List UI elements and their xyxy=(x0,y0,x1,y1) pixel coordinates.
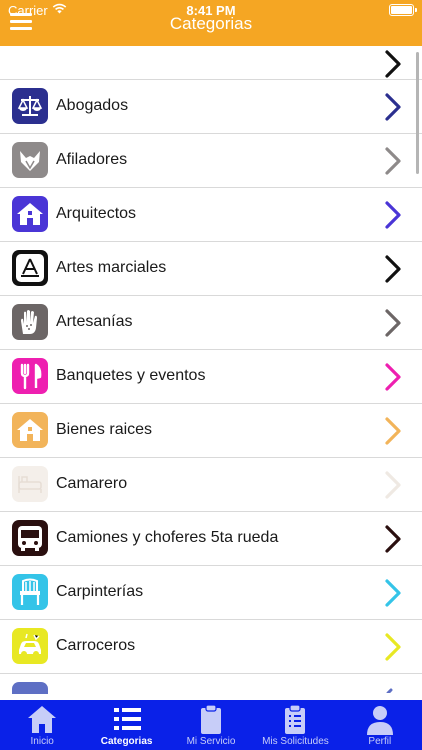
category-icon xyxy=(12,682,48,694)
list-item[interactable]: Abogados xyxy=(0,80,422,134)
category-label: Banquetes y eventos xyxy=(56,367,206,384)
house-icon xyxy=(12,412,48,448)
category-list[interactable]: Abogados Afiladores Arquitectos Artes ma… xyxy=(0,46,422,700)
checklist-clipboard-icon xyxy=(285,704,306,734)
list-item[interactable]: Arquitectos xyxy=(0,188,422,242)
app-store-a-icon xyxy=(12,250,48,286)
tab-inicio[interactable]: Inicio xyxy=(0,700,84,750)
tab-label: Mis Solicitudes xyxy=(262,736,329,747)
list-item[interactable] xyxy=(0,674,422,694)
category-label: Carpinterías xyxy=(56,583,144,600)
clipboard-icon xyxy=(201,704,222,734)
scrollbar[interactable] xyxy=(416,52,419,174)
tab-label: Categorias xyxy=(100,736,153,747)
tab-label: Perfil xyxy=(368,736,392,747)
list-item[interactable]: Camarero xyxy=(0,458,422,512)
house-icon xyxy=(12,196,48,232)
list-item[interactable]: Carpinterías xyxy=(0,566,422,620)
fox-icon xyxy=(12,142,48,178)
category-label: Bienes raices xyxy=(56,421,153,438)
list-icon xyxy=(113,708,141,730)
tab-perfil[interactable]: Perfil xyxy=(338,700,422,750)
category-label: Abogados xyxy=(56,97,129,114)
list-item[interactable]: Camiones y choferes 5ta rueda xyxy=(0,512,422,566)
car-icon xyxy=(12,628,48,664)
list-item[interactable]: Afiladores xyxy=(0,134,422,188)
chevron-right-icon xyxy=(385,417,401,445)
category-label: Afiladores xyxy=(56,151,128,168)
chevron-right-icon xyxy=(385,309,401,337)
chevron-right-icon xyxy=(385,255,401,283)
chevron-right-icon xyxy=(385,579,401,607)
category-label: Camarero xyxy=(56,475,128,492)
top-bar: Carrier 8:41 PM Categorias xyxy=(0,0,422,46)
chevron-right-icon xyxy=(386,688,393,693)
chevron-right-icon xyxy=(385,633,401,661)
home-icon xyxy=(28,706,57,733)
category-label: Arquitectos xyxy=(56,205,137,222)
chevron-right-icon xyxy=(385,201,401,229)
chevron-right-icon xyxy=(385,147,401,175)
chevron-right-icon xyxy=(385,525,401,553)
scales-icon xyxy=(12,88,48,124)
hand-icon xyxy=(12,304,48,340)
category-label: Camiones y choferes 5ta rueda xyxy=(56,529,279,546)
tab-mis-solicitudes[interactable]: Mis Solicitudes xyxy=(253,700,337,750)
list-item[interactable] xyxy=(0,46,422,80)
list-item[interactable]: Bienes raices xyxy=(0,404,422,458)
category-label: Artesanías xyxy=(56,313,133,330)
chevron-right-icon xyxy=(385,50,401,78)
list-item[interactable]: Banquetes y eventos xyxy=(0,350,422,404)
list-item[interactable]: Artes marciales xyxy=(0,242,422,296)
tab-bar: Inicio Categorias Mi Servicio Mis Solici… xyxy=(0,700,422,750)
bus-icon xyxy=(12,520,48,556)
chevron-right-icon xyxy=(385,93,401,121)
category-label: Carroceros xyxy=(56,637,136,654)
tab-label: Mi Servicio xyxy=(186,736,236,747)
chair-icon xyxy=(12,574,48,610)
page-title: Categorias xyxy=(169,14,253,33)
bed-icon xyxy=(12,466,48,502)
tab-mi-servicio[interactable]: Mi Servicio xyxy=(169,700,253,750)
category-label: Artes marciales xyxy=(56,259,167,276)
chevron-right-icon xyxy=(385,471,401,499)
chevron-right-icon xyxy=(385,363,401,391)
tab-categorias[interactable]: Categorias xyxy=(84,700,168,750)
list-item[interactable]: Artesanías xyxy=(0,296,422,350)
list-item[interactable]: Carroceros xyxy=(0,620,422,674)
person-icon xyxy=(366,706,393,735)
tab-label: Inicio xyxy=(30,736,54,747)
cutlery-icon xyxy=(12,358,48,394)
